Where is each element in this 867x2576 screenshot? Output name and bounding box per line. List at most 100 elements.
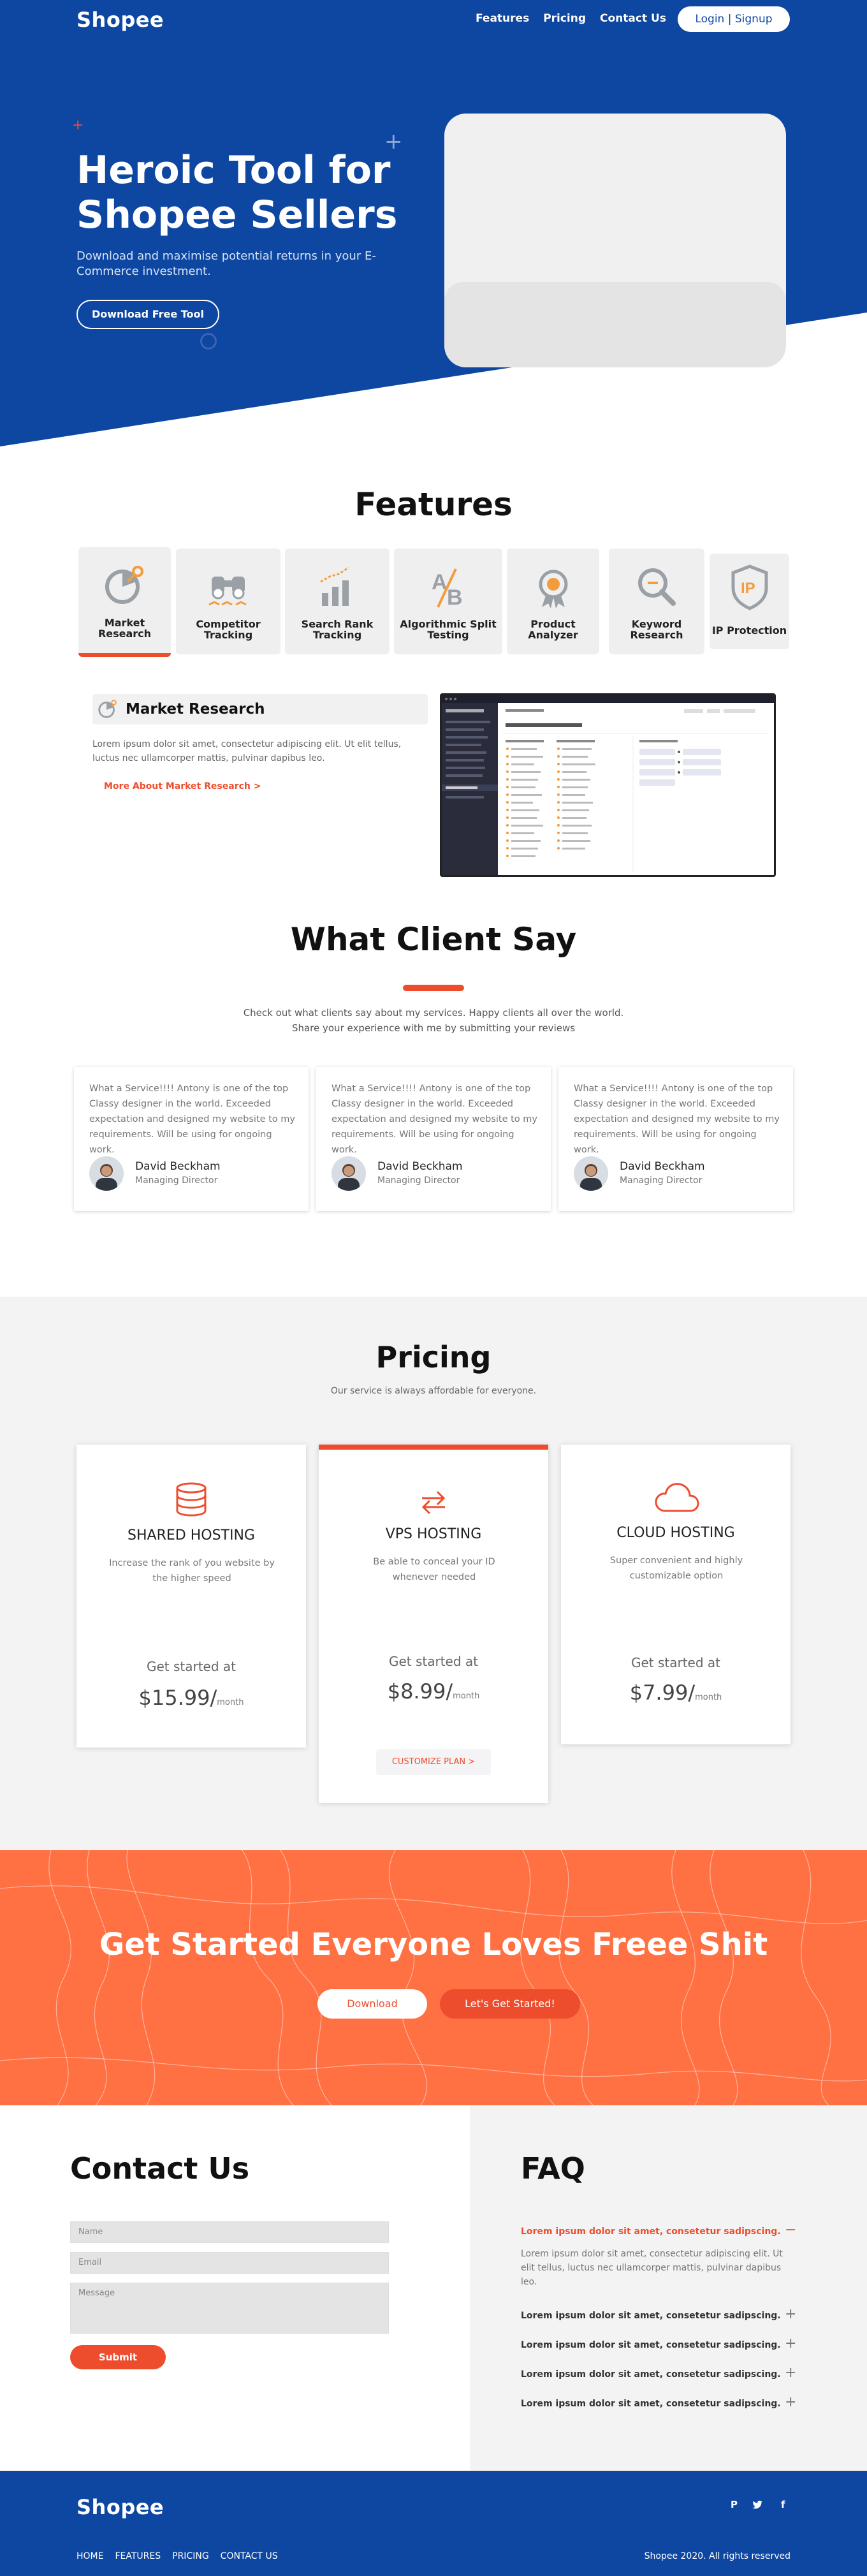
message-textarea[interactable]: Message [70,2283,389,2334]
avatar [89,1156,124,1191]
page: Shopee Features Pricing Contact Us Login… [0,0,867,2576]
testimonial-quote: What a Service!!!! Antony is one of the … [332,1084,537,1155]
name-input[interactable]: Name [70,2221,389,2243]
ab-test-icon: A B [432,568,463,610]
feature-detail-description: Lorem ipsum dolor sit amet, consectetur … [92,739,402,763]
title-underline [403,985,464,991]
pricing-section: Pricing Our service is always affordable… [0,1297,867,1850]
feature-tab-market-research[interactable]: Market Research [78,547,171,657]
cloud-icon [655,1483,699,1512]
footer: Shopee P f HOME FEATURES PRICING CONTACT… [0,2471,867,2576]
faq-question[interactable]: Lorem ipsum dolor sit amet, consetetur s… [521,2369,795,2380]
plan-name: CLOUD HOSTING [616,1525,735,1541]
plus-icon[interactable]: + [785,2336,796,2352]
plan-name: VPS HOSTING [385,1526,482,1542]
footer-logo[interactable]: Shopee [76,2495,164,2519]
price-unit: month [453,1691,480,1701]
contact-section: Contact Us Name Email Message Submit [0,2105,470,2471]
topographic-pattern [0,1850,867,2105]
pricing-title: Pricing [375,1340,492,1374]
plan-price: $7.99/month [561,1681,790,1705]
market-research-icon [105,566,143,604]
nav-link-contact[interactable]: Contact Us [600,12,666,25]
download-free-tool-button[interactable]: Download Free Tool [76,300,219,329]
circle-decoration-icon [200,333,217,350]
copyright: Shopee 2020. All rights reserved [644,2551,790,2561]
hero-subtitle: Download and maximise potential returns … [76,249,376,278]
testimonial-name: David Beckham [620,1160,705,1173]
app-screenshot-mockup [442,695,774,875]
faq-title: FAQ [521,2151,585,2186]
price-unit: month [217,1698,244,1707]
bar-chart-icon [320,566,349,606]
top-nav: Shopee Features Pricing Contact Us Login… [0,0,867,40]
market-research-icon [98,700,117,718]
plan-price: $15.99/month [76,1686,306,1710]
cta-title: Get Started Everyone Loves Freee Shit [99,1927,768,1962]
svg-text:IP: IP [741,580,755,597]
plus-icon[interactable]: + [785,2306,796,2322]
email-input[interactable]: Email [70,2252,389,2274]
features-tabs: Market Research Competitor Tracking Sear… [78,547,789,660]
footer-link-pricing[interactable]: PRICING [172,2551,209,2561]
testimonial-card: What a Service!!!! Antony is one of the … [316,1067,551,1211]
testimonials-subtitle: Check out what clients say about my serv… [243,1007,624,1034]
faq-section: FAQ Lorem ipsum dolor sit amet, consetet… [470,2105,867,2471]
faq-question[interactable]: Lorem ipsum dolor sit amet, consetetur s… [521,2399,795,2409]
pinterest-icon[interactable]: P [731,2499,738,2510]
submit-button[interactable]: Submit [70,2345,166,2369]
twitter-icon[interactable] [752,2500,762,2509]
pricing-card-shared: SHARED HOSTING Increase the rank of you … [76,1445,306,1748]
feature-tab-competitor-tracking[interactable]: Competitor Tracking [176,548,280,654]
plus-icon[interactable]: + [785,2394,796,2410]
plan-started-label: Get started at [388,1654,479,1669]
award-icon [539,570,567,608]
plan-description: Super convenient and highly customizable… [609,1556,743,1581]
facebook-icon[interactable]: f [781,2499,785,2510]
app-screenshot [440,693,776,877]
binoculars-icon [208,577,247,606]
brand-logo[interactable]: Shopee [76,8,164,32]
magnifier-icon [638,568,676,606]
nav-link-pricing[interactable]: Pricing [543,12,586,25]
customize-plan-button[interactable]: CUSTOMIZE PLAN > [376,1749,491,1775]
hero-section: Shopee Features Pricing Contact Us Login… [0,0,867,446]
login-signup-button[interactable]: Login | Signup [678,6,790,32]
footer-link-home[interactable]: HOME [76,2551,103,2561]
minus-icon[interactable]: − [785,2222,796,2238]
feature-tab-keyword-research[interactable]: Keyword Research [609,548,704,654]
feature-label: IP Protection [711,624,787,637]
pricing-card-vps: VPS HOSTING Be able to conceal your ID w… [319,1445,548,1803]
feature-tab-product-analyzer[interactable]: Product Analyzer [507,548,599,654]
feature-label: Market Research [98,617,152,640]
feature-label: Algorithmic Split Testing [400,618,497,641]
get-started-button[interactable]: Let's Get Started! [440,1989,580,2019]
feature-label: Competitor Tracking [196,618,261,641]
testimonial-quote: What a Service!!!! Antony is one of the … [89,1084,295,1155]
feature-detail-title: Market Research [126,701,265,718]
feature-tab-split-testing[interactable]: A B Algorithmic Split Testing [394,548,502,654]
price-value: $15.99/ [138,1686,217,1710]
plus-decoration-icon: + [72,117,84,133]
plus-icon[interactable]: + [785,2365,796,2381]
exchange-icon [421,1490,446,1515]
faq-question[interactable]: Lorem ipsum dolor sit amet, consetetur s… [521,2340,795,2350]
more-about-market-research-link[interactable]: More About Market Research > [104,781,261,791]
testimonial-card: What a Service!!!! Antony is one of the … [74,1067,309,1211]
feature-label: Search Rank Tracking [301,618,374,641]
feature-tab-ip-protection[interactable]: IP IP Protection [710,554,789,649]
testimonial-name: David Beckham [135,1160,221,1173]
footer-link-contact[interactable]: CONTACT US [221,2551,278,2561]
price-value: $7.99/ [629,1681,696,1705]
avatar [332,1156,366,1191]
nav-link-features[interactable]: Features [476,12,529,25]
footer-link-features[interactable]: FEATURES [115,2551,161,2561]
faq-question[interactable]: Lorem ipsum dolor sit amet, consetetur s… [521,2226,795,2237]
download-button[interactable]: Download [317,1989,427,2019]
database-icon [176,1482,207,1517]
feature-tab-search-rank-tracking[interactable]: Search Rank Tracking [285,548,390,654]
ip-shield-icon: IP [731,564,768,610]
contact-title: Contact Us [70,2151,250,2186]
cta-section: Get Started Everyone Loves Freee Shit Do… [0,1850,867,2105]
faq-question[interactable]: Lorem ipsum dolor sit amet, consetetur s… [521,2311,795,2321]
